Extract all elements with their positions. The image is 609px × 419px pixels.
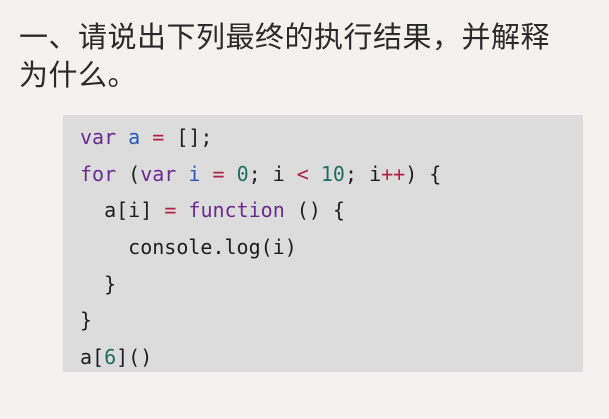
code-text: []; [164,125,213,149]
operator-increment: ++ [381,161,406,186]
number-literal: 0 [236,161,249,186]
code-text: a[i] [104,198,165,223]
code-line-7: a[6]() [80,339,583,376]
code-line-1: var a = []; [80,119,583,156]
code-line-4: console.log(i) [80,229,583,266]
operator-assign: = [164,198,177,223]
code-line-3: a[i] = function () { [80,192,583,229]
code-text: ( [116,161,141,186]
question-heading: 一、请说出下列最终的执行结果，并解释为什么。 [19,20,551,92]
code-line-5: } [80,266,583,303]
code-block: var a = []; for (var i = 0; i < 10; i++)… [63,115,583,372]
code-line-6: } [80,302,583,339]
code-text: } [80,308,93,333]
number-literal: 10 [320,161,345,186]
keyword-var: var [140,161,177,186]
code-text: ; i [248,161,297,186]
keyword-for: for [80,161,117,186]
code-text: ) { [405,161,442,186]
code-text: ]() [116,345,153,370]
code-line-2: for (var i = 0; i < 10; i++) { [80,156,583,193]
code-text: ; i [344,161,382,186]
identifier-a: a [128,125,141,149]
operator-less-than: < [296,161,309,186]
slide: 一、请说出下列最终的执行结果，并解释为什么。 var a = []; for (… [0,0,609,419]
operator-assign: = [152,125,165,149]
code-text: a[ [80,345,105,370]
code-text: console.log(i) [128,235,297,260]
keyword-var: var [80,125,117,149]
identifier-i: i [188,161,201,186]
code-text: () { [284,198,345,223]
code-text: } [104,271,117,296]
operator-assign: = [212,161,225,186]
keyword-function: function [188,198,285,223]
number-literal: 6 [104,345,117,370]
